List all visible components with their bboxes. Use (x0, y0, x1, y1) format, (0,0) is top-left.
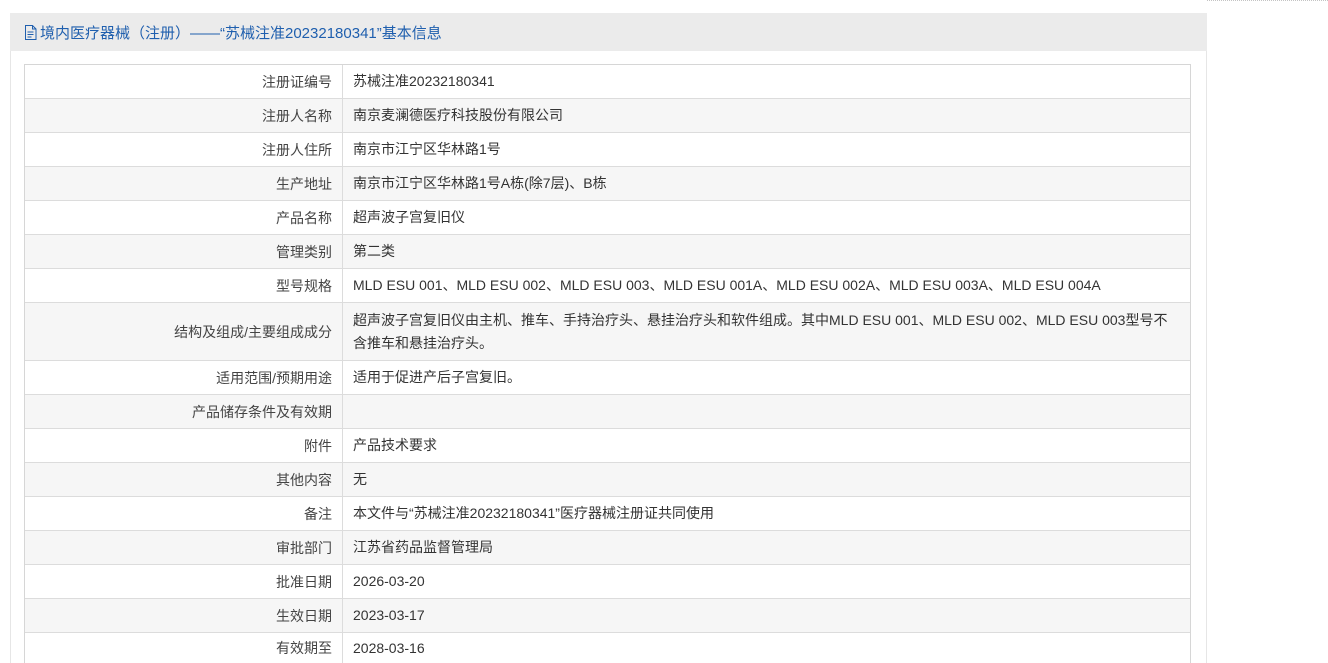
manufacturing-address-label: 生产地址 (25, 167, 343, 200)
valid-until-label: 有效期至 (25, 633, 343, 663)
approval-department-value: 江苏省药品监督管理局 (353, 539, 493, 555)
registration-number-value: 苏械注准20232180341 (353, 73, 495, 89)
row-attachments: 附件 产品技术要求 (25, 429, 1190, 463)
row-product-name: 产品名称 超声波子宫复旧仪 (25, 201, 1190, 235)
row-storage-conditions: 产品储存条件及有效期 (25, 395, 1190, 429)
intended-use-label: 适用范围/预期用途 (25, 361, 343, 394)
page-title: 境内医疗器械（注册）——“苏械注准20232180341”基本信息 (40, 24, 442, 42)
row-registrant-address: 注册人住所 南京市江宁区华林路1号 (25, 133, 1190, 167)
row-model-specification: 型号规格 MLD ESU 001、MLD ESU 002、MLD ESU 003… (25, 269, 1190, 303)
registrant-name-value: 南京麦澜德医疗科技股份有限公司 (353, 107, 563, 123)
other-content-label: 其他内容 (25, 463, 343, 496)
registrant-address-value: 南京市江宁区华林路1号 (353, 141, 501, 157)
intended-use-value: 适用于促进产后子宫复旧。 (353, 369, 521, 385)
effective-date-label: 生效日期 (25, 599, 343, 632)
row-manufacturing-address: 生产地址 南京市江宁区华林路1号A栋(除7层)、B栋 (25, 167, 1190, 201)
row-approval-date: 批准日期 2026-03-20 (25, 565, 1190, 599)
storage-conditions-value (343, 395, 1190, 428)
effective-date-value: 2023-03-17 (353, 607, 425, 623)
model-specification-value: MLD ESU 001、MLD ESU 002、MLD ESU 003、MLD … (353, 277, 1101, 293)
structure-composition-value: 超声波子宫复旧仪由主机、推车、手持治疗头、悬挂治疗头和软件组成。其中MLD ES… (353, 311, 1168, 351)
model-specification-label: 型号规格 (25, 269, 343, 302)
row-valid-until: 有效期至 2028-03-16 (25, 633, 1190, 663)
approval-department-label: 审批部门 (25, 531, 343, 564)
dotted-frame-edge (1207, 0, 1328, 1)
row-registration-number: 注册证编号 苏械注准20232180341 (25, 65, 1190, 99)
valid-until-value: 2028-03-16 (353, 639, 425, 656)
row-other-content: 其他内容 无 (25, 463, 1190, 497)
registrant-address-label: 注册人住所 (25, 133, 343, 166)
row-management-class: 管理类别 第二类 (25, 235, 1190, 269)
attachments-label: 附件 (25, 429, 343, 462)
product-name-label: 产品名称 (25, 201, 343, 234)
row-intended-use: 适用范围/预期用途 适用于促进产后子宫复旧。 (25, 361, 1190, 395)
management-class-label: 管理类别 (25, 235, 343, 268)
approval-date-label: 批准日期 (25, 565, 343, 598)
product-name-value: 超声波子宫复旧仪 (353, 209, 465, 225)
registration-info-table: 注册证编号 苏械注准20232180341 注册人名称 南京麦澜德医疗科技股份有… (24, 64, 1191, 663)
approval-date-value: 2026-03-20 (353, 573, 425, 589)
attachments-value: 产品技术要求 (353, 437, 437, 453)
row-remarks: 备注 本文件与“苏械注准20232180341”医疗器械注册证共同使用 (25, 497, 1190, 531)
detail-panel: 境内医疗器械（注册）——“苏械注准20232180341”基本信息 注册证编号 … (10, 13, 1207, 663)
other-content-value: 无 (353, 471, 367, 487)
row-registrant-name: 注册人名称 南京麦澜德医疗科技股份有限公司 (25, 99, 1190, 133)
manufacturing-address-value: 南京市江宁区华林路1号A栋(除7层)、B栋 (353, 175, 607, 191)
row-structure-composition: 结构及组成/主要组成成分 超声波子宫复旧仪由主机、推车、手持治疗头、悬挂治疗头和… (25, 303, 1190, 361)
registrant-name-label: 注册人名称 (25, 99, 343, 132)
remarks-value: 本文件与“苏械注准20232180341”医疗器械注册证共同使用 (353, 505, 714, 521)
panel-header: 境内医疗器械（注册）——“苏械注准20232180341”基本信息 (10, 13, 1207, 51)
structure-composition-label: 结构及组成/主要组成成分 (25, 303, 343, 360)
document-icon (24, 25, 37, 40)
remarks-label: 备注 (25, 497, 343, 530)
storage-conditions-label: 产品储存条件及有效期 (25, 395, 343, 428)
registration-number-label: 注册证编号 (25, 65, 343, 98)
row-effective-date: 生效日期 2023-03-17 (25, 599, 1190, 633)
management-class-value: 第二类 (353, 243, 395, 259)
row-approval-department: 审批部门 江苏省药品监督管理局 (25, 531, 1190, 565)
